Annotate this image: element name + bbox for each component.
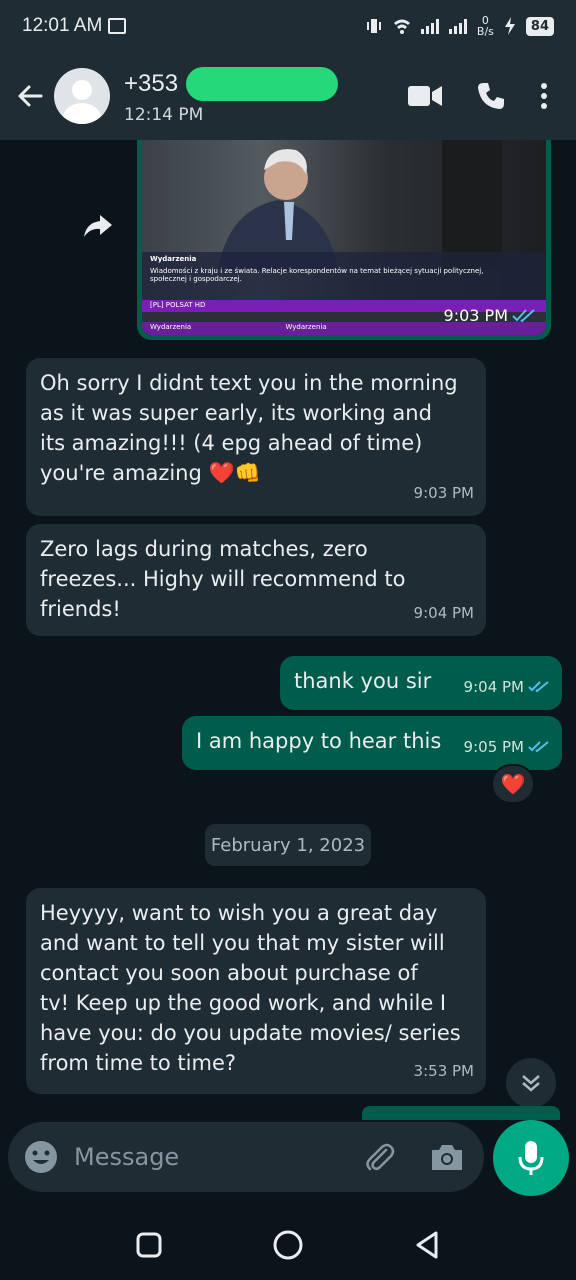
message-time: 9:04 PM — [413, 604, 474, 622]
heart-reaction: ❤️ — [500, 772, 526, 796]
incoming-message[interactable]: Heyyyy, want to wish you a great day and… — [26, 888, 486, 1094]
camera-icon[interactable] — [430, 1142, 464, 1172]
message-line: friends! — [40, 597, 121, 621]
tv-lower-third: Wydarzenia Wiadomości z kraju i ze świat… — [142, 252, 546, 304]
vibrate-icon — [366, 19, 381, 33]
message-time: 9:03 PM — [413, 484, 474, 502]
recents-icon[interactable] — [135, 1231, 163, 1259]
message-time: 9:04 PM — [463, 678, 524, 696]
message-text: Heyyyy, want to wish you a great day and… — [40, 898, 472, 1078]
status-time: 12:01 AM — [22, 15, 103, 36]
redaction-mark — [186, 67, 339, 101]
avatar[interactable] — [54, 68, 110, 124]
message-composer[interactable]: Message — [8, 1122, 484, 1192]
chat-area[interactable]: Wydarzenia Wiadomości z kraju i ze świat… — [0, 140, 576, 1120]
message-meta: 9:05 PM — [464, 732, 550, 762]
status-icons: 0 B/s 84 — [365, 15, 554, 37]
gallery-notification-icon — [108, 18, 127, 34]
paperclip-icon[interactable] — [362, 1140, 396, 1174]
arrow-left-icon[interactable] — [10, 76, 50, 116]
video-call-icon[interactable] — [408, 85, 442, 107]
contact-info[interactable]: +353 12:14 PM — [124, 67, 339, 125]
tv-programme-2: Wydarzenia — [285, 323, 327, 331]
scroll-to-bottom-button[interactable] — [506, 1058, 556, 1108]
phone-icon[interactable] — [476, 81, 506, 111]
emoji-icon[interactable] — [24, 1140, 58, 1174]
message-time: 9:05 PM — [463, 738, 524, 756]
composer-actions — [362, 1140, 464, 1174]
message-line: tv! Keep up the good work, and while I — [40, 991, 447, 1015]
mic-button[interactable] — [493, 1120, 569, 1196]
message-line: freezes... Highy will recommend to — [40, 567, 406, 591]
double-check-icon — [528, 741, 549, 753]
message-line: Oh sorry I didnt text you in the morning — [40, 371, 458, 395]
message-line: contact you soon about purchase of — [40, 961, 418, 985]
outgoing-message-partial — [362, 1106, 560, 1120]
wifi-icon — [393, 19, 410, 34]
message-line: Zero lags during matches, zero — [40, 537, 368, 561]
media-time: 9:03 PM — [443, 306, 508, 325]
battery-level: 84 — [525, 16, 554, 36]
media-meta: 9:03 PM — [444, 306, 536, 325]
signal-2-icon — [448, 18, 467, 34]
message-line: from time to time? — [40, 1051, 237, 1075]
more-vert-icon[interactable] — [540, 82, 548, 110]
message-line: its amazing!!! (4 epg ahead of time) — [40, 431, 423, 455]
tv-programme-1: Wydarzenia — [150, 323, 192, 331]
message-text: Oh sorry I didnt text you in the morning… — [40, 368, 472, 488]
message-line: you're amazing ❤️👊 — [40, 461, 261, 485]
incoming-message[interactable]: Zero lags during matches, zero freezes..… — [26, 524, 486, 636]
mic-icon — [518, 1141, 544, 1175]
chevron-double-down-icon — [522, 1075, 540, 1092]
incoming-message[interactable]: Oh sorry I didnt text you in the morning… — [26, 358, 486, 516]
message-meta: 9:04 PM — [464, 672, 550, 702]
home-icon[interactable] — [272, 1229, 304, 1261]
outgoing-message[interactable]: I am happy to hear this 9:05 PM — [182, 716, 562, 770]
message-text: thank you sir — [294, 669, 432, 693]
last-seen: 12:14 PM — [124, 105, 204, 125]
message-line: Heyyyy, want to wish you a great day — [40, 901, 438, 925]
date-divider: February 1, 2023 — [205, 824, 371, 866]
message-time: 3:53 PM — [413, 1062, 474, 1080]
message-input[interactable]: Message — [74, 1143, 362, 1171]
message-line: have you: do you update movies/ series — [40, 1021, 461, 1045]
double-check-icon — [512, 308, 535, 322]
message-line: and want to tell you that my sister will — [40, 931, 445, 955]
chat-header: +353 12:14 PM — [0, 52, 576, 140]
back-nav-icon[interactable] — [413, 1230, 441, 1260]
message-text: I am happy to hear this — [196, 729, 442, 753]
charging-icon — [504, 17, 515, 35]
header-actions — [408, 81, 576, 111]
status-bar: 12:01 AM 0 B/s 84 — [0, 0, 576, 52]
video-thumbnail[interactable]: Wydarzenia Wiadomości z kraju i ze świat… — [142, 140, 546, 335]
message-text: Zero lags during matches, zero freezes..… — [40, 534, 472, 624]
person-image — [218, 149, 338, 270]
outgoing-message[interactable]: thank you sir 9:04 PM — [280, 656, 562, 710]
background-wall — [442, 140, 502, 270]
tv-tag: Wydarzenia — [150, 255, 197, 263]
media-message[interactable]: Wydarzenia Wiadomości z kraju i ze świat… — [137, 140, 551, 340]
forward-icon[interactable] — [78, 206, 118, 246]
signal-1-icon — [420, 18, 439, 34]
reaction-badge[interactable]: ❤️ — [491, 764, 535, 804]
contact-name: +353 — [124, 70, 179, 97]
system-nav-bar — [0, 1210, 576, 1280]
tv-ticker: Wiadomości z kraju i ze świata. Relacje … — [150, 267, 484, 283]
message-line: as it was super early, its working and — [40, 401, 432, 425]
double-check-icon — [528, 681, 549, 693]
net-speed-unit: B/s — [476, 25, 494, 38]
net-speed: 0 B/s — [477, 15, 494, 37]
